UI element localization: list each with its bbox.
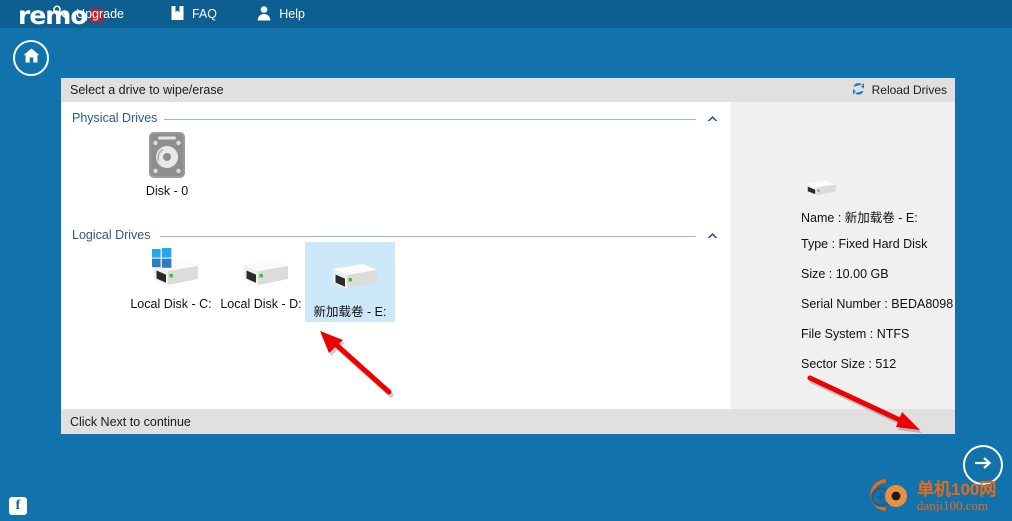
- nav-item-help[interactable]: Help: [256, 0, 305, 28]
- group-logical-drives: Logical Drives: [72, 228, 720, 244]
- person-icon: [256, 5, 272, 24]
- detail-row-sector-size: Sector Size : 512: [801, 357, 897, 371]
- drive-tile-local-disk-c-label: Local Disk - C:: [130, 297, 212, 311]
- top-bar: remo Upgrade FAQ Help: [0, 0, 1012, 28]
- card-title-bar: Select a drive to wipe/erase Reload Driv…: [61, 78, 955, 102]
- watermark: 单机100网 danji100.com: [866, 473, 1012, 521]
- book-icon: [170, 5, 185, 24]
- main-card: Select a drive to wipe/erase Reload Driv…: [61, 78, 955, 434]
- drive-tile-local-disk-c[interactable]: Local Disk - C:: [124, 247, 218, 317]
- drive-details-panel: Name : 新加载卷 - E: Type : Fixed Hard Disk …: [731, 102, 955, 409]
- detail-row-name: Name : 新加载卷 - E:: [801, 211, 918, 225]
- chevron-up-icon[interactable]: [704, 227, 720, 243]
- chevron-up-icon[interactable]: [704, 110, 720, 126]
- group-logical-rule: [160, 236, 696, 237]
- nav-item-faq[interactable]: FAQ: [170, 0, 217, 28]
- group-logical-drives-label: Logical Drives: [72, 228, 151, 242]
- drive-tile-local-disk-d[interactable]: Local Disk - D:: [214, 247, 308, 317]
- facebook-icon[interactable]: f: [9, 497, 27, 515]
- refresh-icon: [851, 82, 866, 99]
- status-bar-text: Click Next to continue: [70, 414, 191, 429]
- nav-item-upgrade[interactable]: Upgrade: [52, 0, 124, 28]
- drive-icon-windows: [140, 247, 202, 293]
- drive-icon: [230, 247, 292, 293]
- drive-list-area: Physical Drives Disk - 0 Logical Drives …: [61, 102, 731, 409]
- drive-tile-disk-0-label: Disk - 0: [145, 184, 189, 198]
- reload-drives-button[interactable]: Reload Drives: [851, 81, 947, 99]
- key-icon: [52, 4, 69, 24]
- watermark-text-cn: 单机100网: [917, 480, 997, 500]
- watermark-text: 单机100网 danji100.com: [917, 481, 996, 512]
- drive-icon: [319, 251, 381, 297]
- nav-item-help-label: Help: [279, 7, 305, 21]
- group-physical-drives: Physical Drives: [72, 111, 720, 127]
- home-icon: [22, 46, 41, 70]
- drive-icon: [801, 174, 841, 205]
- home-button[interactable]: [13, 40, 49, 76]
- status-bar: Click Next to continue: [61, 409, 955, 434]
- drive-tile-new-volume-e-label: 新加载卷 - E:: [313, 305, 387, 319]
- reload-drives-label: Reload Drives: [871, 83, 947, 97]
- detail-row-serial: Serial Number : BEDA8098: [801, 297, 954, 311]
- watermark-logo-icon: [866, 477, 912, 518]
- detail-row-type: Type : Fixed Hard Disk: [801, 237, 928, 251]
- group-physical-drives-label: Physical Drives: [72, 111, 158, 125]
- drive-tile-new-volume-e[interactable]: 新加载卷 - E:: [305, 242, 395, 322]
- hard-disk-icon: [147, 130, 187, 180]
- drive-tile-disk-0[interactable]: Disk - 0: [128, 130, 206, 206]
- facebook-icon-letter: f: [15, 498, 21, 513]
- nav-item-upgrade-label: Upgrade: [76, 7, 124, 21]
- detail-row-filesystem: File System : NTFS: [801, 327, 910, 341]
- detail-row-size: Size : 10.00 GB: [801, 267, 889, 281]
- group-physical-rule: [164, 119, 696, 120]
- page-title: Select a drive to wipe/erase: [70, 83, 224, 97]
- drive-tile-local-disk-d-label: Local Disk - D:: [220, 297, 302, 311]
- watermark-text-en: danji100.com: [917, 498, 989, 514]
- nav-item-faq-label: FAQ: [191, 7, 217, 21]
